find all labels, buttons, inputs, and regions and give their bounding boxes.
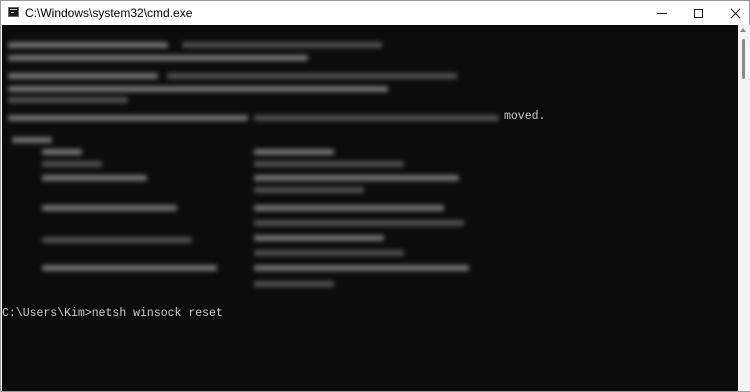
redacted-text bbox=[254, 187, 364, 193]
scroll-thumb[interactable] bbox=[742, 39, 745, 79]
command-line[interactable]: C:\Users\Kim>netsh winsock reset bbox=[2, 307, 223, 321]
close-icon bbox=[730, 8, 741, 19]
redacted-text bbox=[42, 205, 177, 211]
redacted-text bbox=[42, 175, 147, 181]
redacted-text bbox=[254, 161, 404, 167]
redacted-text bbox=[42, 265, 217, 271]
redacted-text bbox=[12, 137, 52, 143]
redacted-text bbox=[254, 149, 334, 155]
redacted-text bbox=[42, 149, 82, 155]
redacted-text bbox=[167, 73, 457, 79]
redacted-text bbox=[254, 235, 384, 241]
redacted-text bbox=[8, 73, 158, 79]
redacted-text bbox=[254, 250, 404, 256]
console-output[interactable]: moved. C:\Users\Kim>netsh winsock reset bbox=[2, 25, 738, 391]
redacted-text bbox=[254, 281, 334, 287]
redacted-text bbox=[8, 97, 128, 103]
redacted-text bbox=[8, 86, 388, 92]
command-text: netsh winsock reset bbox=[91, 307, 223, 320]
prompt-path: C:\Users\Kim> bbox=[2, 307, 92, 320]
cmd-window: C:\Windows\system32\cmd.exe moved. C:\Us… bbox=[0, 0, 750, 392]
redacted-text bbox=[42, 237, 192, 243]
minimize-icon bbox=[657, 12, 667, 14]
redacted-text bbox=[254, 265, 469, 271]
redacted-text bbox=[182, 42, 382, 48]
redacted-text bbox=[254, 205, 444, 211]
vertical-scrollbar[interactable] bbox=[738, 25, 750, 391]
window-title: C:\Windows\system32\cmd.exe bbox=[25, 6, 193, 20]
redacted-text bbox=[8, 115, 248, 121]
redacted-text bbox=[8, 55, 308, 61]
scroll-up-arrow-icon[interactable] bbox=[740, 28, 746, 32]
redacted-text bbox=[254, 220, 464, 226]
console-text-fragment: moved. bbox=[504, 110, 546, 123]
maximize-icon bbox=[693, 8, 703, 18]
close-button[interactable] bbox=[712, 1, 750, 25]
title-bar[interactable]: C:\Windows\system32\cmd.exe bbox=[1, 1, 749, 25]
console-app-icon[interactable] bbox=[8, 7, 19, 17]
redacted-text bbox=[8, 42, 168, 48]
redacted-text bbox=[254, 115, 499, 121]
redacted-text bbox=[42, 161, 102, 167]
redacted-text bbox=[254, 175, 459, 181]
